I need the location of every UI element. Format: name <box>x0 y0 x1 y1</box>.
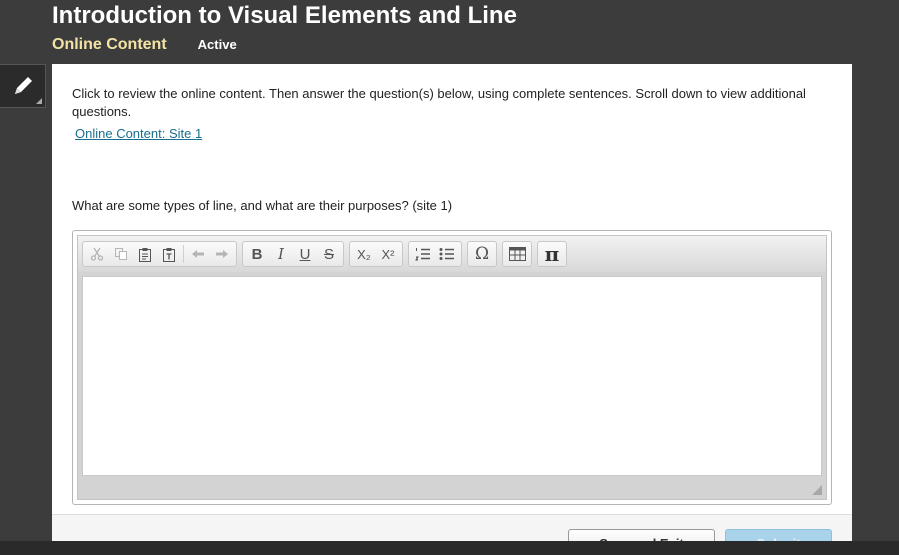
clipboard-group <box>82 241 237 267</box>
superscript-button[interactable]: X² <box>376 243 400 265</box>
paste-button[interactable] <box>133 243 157 265</box>
underline-button[interactable]: U <box>293 243 317 265</box>
list-group <box>408 241 462 267</box>
page-title: Introduction to Visual Elements and Line <box>52 2 517 29</box>
numbered-list-button[interactable] <box>411 243 435 265</box>
bulleted-list-icon <box>439 248 454 260</box>
online-content-link[interactable]: Online Content: Site 1 <box>75 126 202 141</box>
subscript-button[interactable]: X₂ <box>352 243 376 265</box>
table-icon <box>508 247 526 261</box>
redo-button[interactable] <box>210 243 234 265</box>
scissors-icon <box>90 247 104 261</box>
question-text: What are some types of line, and what ar… <box>72 198 453 213</box>
section-title: Online Content <box>52 36 167 53</box>
paste-text-icon <box>163 247 175 262</box>
header-subrow: Online Content Active <box>52 36 517 54</box>
special-char-group: Ω <box>467 241 497 267</box>
instructions-text: Click to review the online content. Then… <box>72 86 806 119</box>
italic-button[interactable]: I <box>269 243 293 265</box>
bold-button[interactable]: B <box>245 243 269 265</box>
undo-icon <box>192 250 204 258</box>
copy-button[interactable] <box>109 243 133 265</box>
rich-text-editor: B I U S X₂ X² Ω π <box>72 230 832 505</box>
cut-button[interactable] <box>85 243 109 265</box>
text-style-group: B I U S <box>242 241 344 267</box>
answer-text-area[interactable] <box>82 276 822 476</box>
math-equation-button[interactable]: π <box>540 242 564 266</box>
editor-frame: B I U S X₂ X² Ω π <box>77 235 827 500</box>
bottom-bar <box>0 541 899 555</box>
page-header: Introduction to Visual Elements and Line… <box>52 2 517 54</box>
status-label: Active <box>197 37 237 52</box>
notes-tool-button[interactable] <box>0 64 46 108</box>
table-button[interactable] <box>505 243 529 265</box>
editor-toolbar: B I U S X₂ X² Ω π <box>78 236 826 272</box>
math-group: π <box>537 241 567 267</box>
table-group <box>502 241 532 267</box>
clipboard-icon <box>139 247 151 262</box>
bulleted-list-button[interactable] <box>435 243 459 265</box>
copy-icon <box>115 248 127 260</box>
redo-icon <box>216 250 228 258</box>
script-group: X₂ X² <box>349 241 403 267</box>
content-panel: Click to review the online content. Then… <box>52 64 852 555</box>
undo-button[interactable] <box>186 243 210 265</box>
resize-handle-icon[interactable] <box>812 485 822 495</box>
toolbar-separator <box>183 245 184 263</box>
numbered-list-icon <box>415 248 430 261</box>
expand-corner-icon <box>36 98 42 104</box>
special-character-button[interactable]: Ω <box>470 243 494 265</box>
pencil-icon <box>14 77 32 94</box>
strikethrough-button[interactable]: S <box>317 243 341 265</box>
panel-footer: Save and Exit Submit <box>52 515 852 555</box>
paste-text-button[interactable] <box>157 243 181 265</box>
